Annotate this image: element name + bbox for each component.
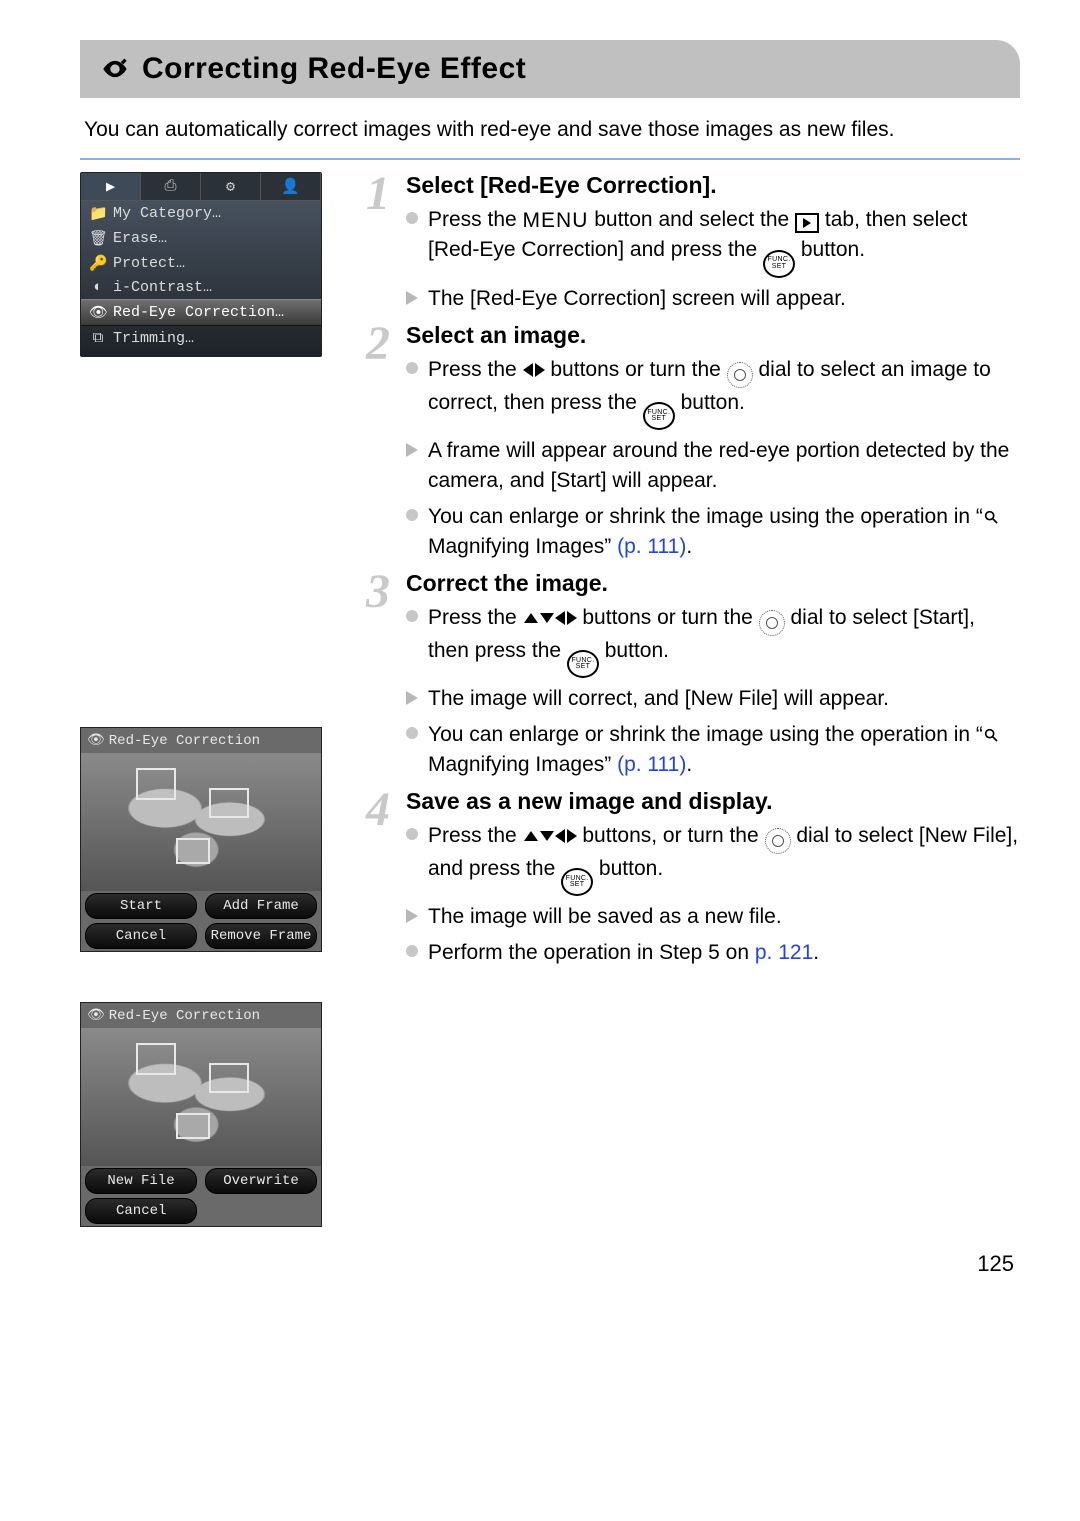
screenshot-button-new-file: New File [85, 1168, 197, 1194]
menu-item-icon: 📁 [89, 204, 107, 223]
func-set-button-icon: FUNC.SET [567, 650, 599, 678]
step-heading: Save as a new image and display. [406, 788, 1020, 815]
eye-icon: 👁 [87, 1007, 105, 1024]
menu-item-label: Red-Eye Correction… [113, 304, 284, 321]
redeye-correction-screenshot-save: 👁 Red-Eye Correction New File Overwrite … [80, 1002, 322, 1227]
left-right-buttons-icon [523, 363, 545, 377]
eye-icon: 👁 [87, 732, 105, 749]
magnify-icon [983, 509, 999, 525]
menu-item: 👁 Red-Eye Correction… [81, 299, 321, 326]
menu-tab-user: 👤 [261, 173, 321, 200]
page-reference-link[interactable]: (p. 111) [617, 535, 686, 558]
step-bullet: Perform the operation in Step 5 on p. 12… [406, 938, 1020, 968]
menu-item-icon: 🔑 [89, 254, 107, 273]
face-frame [176, 838, 210, 864]
red-eye-icon [100, 54, 130, 84]
step-number: 4 [366, 782, 390, 837]
instruction-step: 1Select [Red-Eye Correction].Press the M… [406, 172, 1020, 313]
instruction-step: 4Save as a new image and display.Press t… [406, 788, 1020, 968]
step-bullet: You can enlarge or shrink the image usin… [406, 502, 1020, 562]
menu-item-label: i-Contrast… [113, 279, 212, 296]
step-number: 2 [366, 316, 390, 371]
playback-tab-icon [795, 213, 819, 233]
section-title: Correcting Red-Eye Effect [142, 52, 526, 86]
instruction-step: 2Select an image.Press the buttons or tu… [406, 322, 1020, 562]
face-frame [209, 788, 249, 818]
menu-item: ⧉ Trimming… [81, 326, 321, 350]
menu-item-icon: ⧉ [89, 329, 107, 347]
step-bullet: The image will correct, and [New File] w… [406, 684, 1020, 714]
menu-tab-playback: ▶ [81, 173, 141, 200]
menu-item-label: Protect… [113, 255, 185, 272]
menu-tab-print: ⎙ [141, 173, 201, 200]
magnify-icon [983, 727, 999, 743]
menu-button-icon: MENU [523, 210, 589, 231]
control-dial-icon [759, 610, 785, 636]
face-frame [136, 1043, 176, 1075]
menu-item: ◐ i-Contrast… [81, 276, 321, 299]
divider [80, 158, 1020, 160]
menu-item: 📁 My Category… [81, 201, 321, 226]
control-dial-icon [727, 362, 753, 388]
screenshot-title: Red-Eye Correction [109, 1008, 260, 1024]
control-dial-icon [765, 828, 791, 854]
menu-item-label: Erase… [113, 230, 167, 247]
face-frame [136, 768, 176, 800]
step-bullet: Press the MENU button and select the tab… [406, 205, 1020, 277]
screenshot-button-add-frame: Add Frame [205, 893, 317, 919]
screenshot-button-start: Start [85, 893, 197, 919]
page-reference-link[interactable]: (p. 111) [617, 753, 686, 776]
screenshot-button-cancel: Cancel [85, 1198, 197, 1224]
step-bullet: Press the buttons or turn the dial to se… [406, 355, 1020, 431]
intro-paragraph: You can automatically correct images wit… [84, 116, 1016, 144]
step-heading: Select an image. [406, 322, 1020, 349]
menu-item-label: My Category… [113, 205, 221, 222]
func-set-button-icon: FUNC.SET [561, 868, 593, 896]
func-set-button-icon: FUNC.SET [763, 250, 795, 278]
step-number: 3 [366, 564, 390, 619]
camera-menu-screenshot: ▶ ⎙ ⚙ 👤 📁 My Category… 🗑 Erase… 🔑 Protect… ◐ i-… [80, 172, 322, 357]
menu-tab-tools: ⚙ [201, 173, 261, 200]
section-title-bar: Correcting Red-Eye Effect [80, 40, 1020, 98]
menu-item: 🗑 Erase… [81, 226, 321, 251]
step-bullet: You can enlarge or shrink the image usin… [406, 720, 1020, 780]
screenshot-button-cancel: Cancel [85, 923, 197, 949]
step-bullet: Press the buttons, or turn the dial to s… [406, 821, 1020, 897]
screenshot-title: Red-Eye Correction [109, 733, 260, 749]
face-frame [209, 1063, 249, 1093]
menu-item-icon: ◐ [89, 279, 107, 296]
page-reference-link[interactable]: p. 121 [755, 941, 813, 964]
step-bullet: The [Red-Eye Correction] screen will app… [406, 284, 1020, 314]
step-bullet: The image will be saved as a new file. [406, 902, 1020, 932]
step-number: 1 [366, 166, 390, 221]
step-heading: Select [Red-Eye Correction]. [406, 172, 1020, 199]
direction-buttons-icon [523, 611, 577, 625]
screenshot-button-overwrite: Overwrite [205, 1168, 317, 1194]
screenshot-button-remove-frame: Remove Frame [205, 923, 317, 949]
step-bullet: Press the buttons or turn the dial to se… [406, 603, 1020, 679]
step-heading: Correct the image. [406, 570, 1020, 597]
face-frame [176, 1113, 210, 1139]
menu-item-label: Trimming… [113, 330, 194, 347]
menu-item: 🔑 Protect… [81, 251, 321, 276]
step-bullet: A frame will appear around the red-eye p… [406, 436, 1020, 496]
redeye-correction-screenshot-start: 👁 Red-Eye Correction Start Add Frame Can… [80, 727, 322, 952]
direction-buttons-icon [523, 829, 577, 843]
page-number: 125 [80, 1251, 1020, 1277]
instruction-step: 3Correct the image.Press the buttons or … [406, 570, 1020, 780]
menu-item-icon: 🗑 [89, 229, 107, 248]
func-set-button-icon: FUNC.SET [643, 402, 675, 430]
menu-item-icon: 👁 [89, 303, 107, 322]
